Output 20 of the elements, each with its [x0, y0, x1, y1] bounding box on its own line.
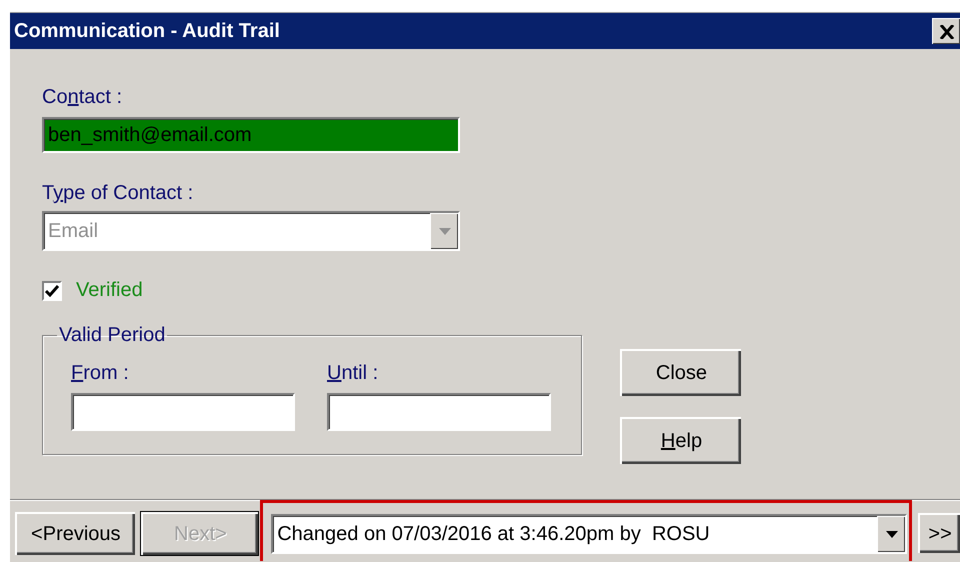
field-label: Until :: [327, 361, 380, 385]
field-label: From :: [71, 361, 130, 385]
dropdown-arrow-icon: [438, 228, 450, 235]
field-label: Contact :: [42, 85, 124, 109]
close-button[interactable]: [932, 18, 960, 44]
contact-field[interactable]: ben_smith@email.com: [42, 117, 460, 153]
dropdown-arrow-icon: [886, 531, 898, 538]
dialog-button[interactable]: Help: [620, 417, 741, 464]
nav-button[interactable]: <Previous: [15, 512, 135, 555]
group-title: Valid Period: [58, 324, 166, 347]
dialog-button[interactable]: Close: [620, 349, 741, 396]
date-field[interactable]: [71, 393, 295, 431]
more-button[interactable]: >>: [918, 513, 960, 553]
window-title: Communication - Audit Trail: [14, 20, 280, 42]
checkbox[interactable]: [42, 280, 62, 300]
checkbox-label: Verified: [76, 279, 143, 302]
field-label: Type of Contact :: [42, 181, 194, 205]
date-field[interactable]: [327, 393, 551, 431]
close-icon: [938, 24, 954, 38]
history-dropdown[interactable]: Changed on 07/03/2016 at 3:46.20pm by ROSU: [271, 514, 908, 554]
